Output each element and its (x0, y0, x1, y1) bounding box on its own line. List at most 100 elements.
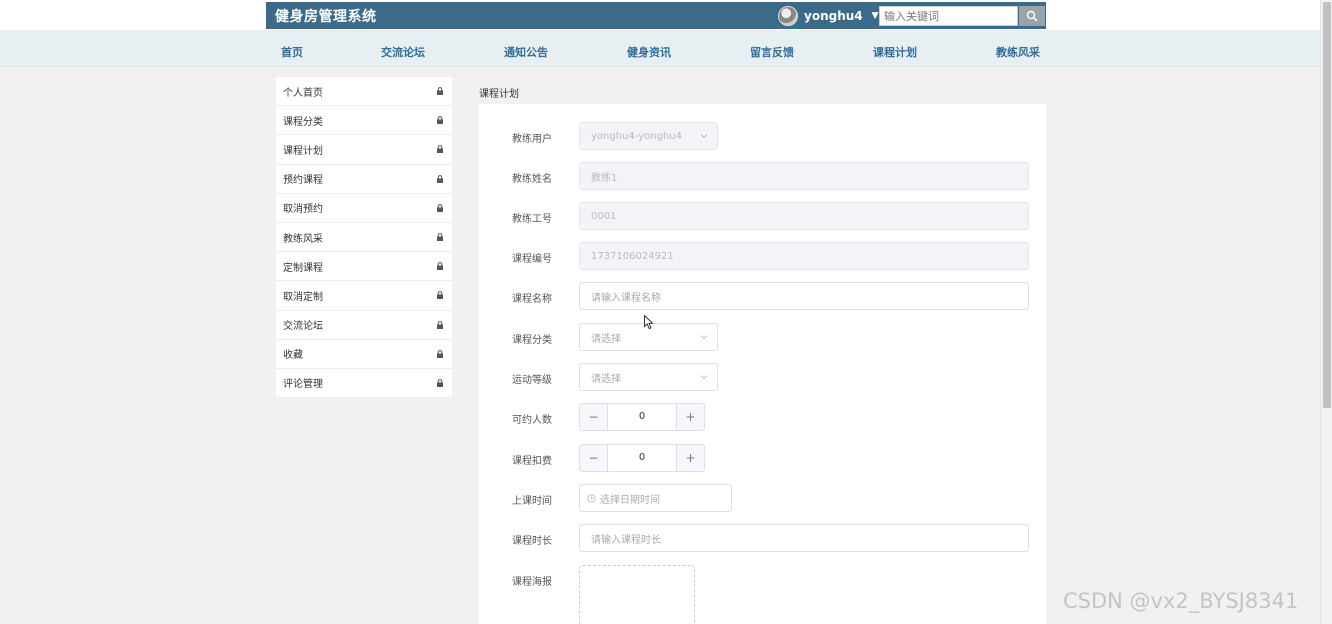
nav-item-fitness-news[interactable]: 健身资讯 (627, 44, 671, 60)
sidebar-item-forum[interactable]: 交流论坛 (276, 311, 452, 340)
user-menu[interactable]: yonghu4 ▼ (778, 5, 879, 27)
capacity-decrement-button[interactable]: − (580, 404, 608, 430)
sidebar-item-label: 课程计划 (283, 145, 323, 157)
caret-down-icon[interactable]: ▼ (872, 11, 879, 21)
mouse-cursor-icon (644, 315, 654, 330)
lock-icon (437, 145, 443, 154)
scrollbar-thumb[interactable] (1323, 2, 1331, 408)
form-row-coach-name: 教练姓名 教练1 (479, 162, 1046, 190)
nav-item-forum[interactable]: 交流论坛 (381, 44, 425, 60)
coach-name-field: 教练1 (579, 162, 1029, 190)
sidebar-item-label: 教练风采 (283, 233, 323, 245)
capacity-increment-button[interactable]: + (676, 404, 704, 430)
form-row-course-fee: 课程扣费 − 0 + (479, 444, 1046, 472)
sidebar-item-course-plan[interactable]: 课程计划 (276, 135, 452, 165)
form-row-class-time: 上课时间 选择日期时间 (479, 484, 1046, 512)
search-button[interactable] (1019, 6, 1045, 26)
clock-icon (587, 493, 596, 503)
class-time-picker[interactable]: 选择日期时间 (579, 484, 732, 512)
lock-icon (437, 233, 443, 242)
course-fee-increment-button[interactable]: + (676, 445, 704, 471)
sidebar-item-custom-course[interactable]: 定制课程 (276, 252, 452, 282)
app-title: 健身房管理系统 (275, 9, 377, 25)
sidebar-item-label: 收藏 (283, 350, 303, 362)
field-label: 上课时间 (512, 496, 552, 507)
sidebar-item-profile[interactable]: 个人首页 (276, 77, 452, 107)
form-row-course-name: 课程名称 请输入课程名称 (479, 282, 1046, 310)
sidebar-item-label: 课程分类 (283, 116, 323, 128)
course-no-value: 1737106024921 (591, 250, 674, 262)
breadcrumb: 课程计划 (479, 89, 519, 100)
search-icon (1026, 10, 1038, 22)
field-label: 可约人数 (512, 415, 552, 426)
sidebar-item-label: 评论管理 (283, 379, 323, 391)
course-name-input[interactable]: 请输入课程名称 (579, 282, 1029, 310)
chevron-down-icon (700, 375, 708, 380)
lock-icon (437, 320, 443, 329)
lock-icon (437, 116, 443, 125)
sidebar-item-label: 取消定制 (283, 291, 323, 303)
field-label: 课程海报 (512, 577, 552, 588)
duration-placeholder: 请输入课程时长 (591, 534, 661, 546)
top-bar: 健身房管理系统 yonghu4 ▼ (0, 0, 1320, 30)
chevron-down-icon (700, 335, 708, 340)
form-row-capacity: 可约人数 − 0 + (479, 403, 1046, 431)
course-fee-value[interactable]: 0 (608, 445, 676, 471)
sidebar-item-coaches[interactable]: 教练风采 (276, 223, 452, 253)
sidebar-item-comments[interactable]: 评论管理 (276, 369, 452, 399)
nav-item-course-plan[interactable]: 课程计划 (873, 44, 917, 60)
field-label: 教练用户 (512, 134, 552, 145)
lock-icon (437, 203, 443, 212)
field-label: 课程分类 (512, 335, 552, 346)
capacity-value[interactable]: 0 (608, 404, 676, 430)
lock-icon (437, 262, 443, 271)
nav-item-feedback[interactable]: 留言反馈 (750, 44, 794, 60)
avatar[interactable] (778, 6, 798, 26)
field-label: 课程名称 (512, 294, 552, 305)
sport-level-placeholder: 请选择 (591, 373, 621, 385)
sidebar-item-cancel-custom[interactable]: 取消定制 (276, 281, 452, 311)
duration-input[interactable]: 请输入课程时长 (579, 524, 1029, 552)
sidebar-item-label: 定制课程 (283, 262, 323, 274)
field-label: 教练工号 (512, 214, 552, 225)
coach-name-value: 教练1 (591, 172, 618, 184)
sidebar-item-cancel-booking[interactable]: 取消预约 (276, 194, 452, 223)
nav-item-coaches[interactable]: 教练风采 (996, 44, 1040, 60)
capacity-stepper: − 0 + (579, 403, 705, 431)
coach-user-select: yonghu4-yonghu4 (579, 122, 718, 150)
sidebar-item-label: 个人首页 (283, 87, 323, 99)
form-row-coach-id: 教练工号 0001 (479, 202, 1046, 230)
field-label: 运动等级 (512, 375, 552, 386)
sidebar-item-label: 取消预约 (283, 204, 323, 216)
main-nav: 首页 交流论坛 通知公告 健身资讯 留言反馈 课程计划 教练风采 (0, 30, 1320, 67)
nav-item-home[interactable]: 首页 (281, 44, 303, 60)
lock-icon (437, 87, 443, 96)
course-fee-decrement-button[interactable]: − (580, 445, 608, 471)
sidebar-item-book-course[interactable]: 预约课程 (276, 165, 452, 194)
sidebar: 个人首页 课程分类 课程计划 预约课程 取消预约 教练风采 定制课程 取消定制 … (276, 77, 452, 399)
sidebar-item-label: 预约课程 (283, 175, 323, 187)
lock-icon (437, 379, 443, 387)
coach-user-value: yonghu4-yonghu4 (591, 130, 682, 142)
nav-item-notices[interactable]: 通知公告 (504, 44, 548, 60)
sport-level-select[interactable]: 请选择 (579, 363, 718, 391)
form-row-sport-level: 运动等级 请选择 (479, 363, 1046, 391)
page-scrollbar[interactable] (1320, 0, 1332, 624)
form-row-poster: 课程海报 (479, 565, 1046, 624)
course-name-placeholder: 请输入课程名称 (591, 292, 661, 304)
chevron-down-icon (700, 134, 708, 139)
form-row-coach-user: 教练用户 yonghu4-yonghu4 (479, 122, 1046, 150)
lock-icon (437, 291, 443, 300)
username[interactable]: yonghu4 (804, 9, 863, 23)
form-row-course-no: 课程编号 1737106024921 (479, 242, 1046, 270)
form-row-course-category: 课程分类 请选择 (479, 323, 1046, 351)
watermark: CSDN @vx2_BYSJ8341 (1063, 589, 1299, 613)
field-label: 课程时长 (512, 536, 552, 547)
search-input[interactable] (879, 6, 1018, 26)
field-label: 教练姓名 (512, 174, 552, 185)
sidebar-item-label: 交流论坛 (283, 321, 323, 333)
poster-upload[interactable] (579, 565, 695, 624)
form-row-duration: 课程时长 请输入课程时长 (479, 524, 1046, 552)
sidebar-item-course-category[interactable]: 课程分类 (276, 106, 452, 136)
sidebar-item-favorites[interactable]: 收藏 (276, 340, 452, 369)
